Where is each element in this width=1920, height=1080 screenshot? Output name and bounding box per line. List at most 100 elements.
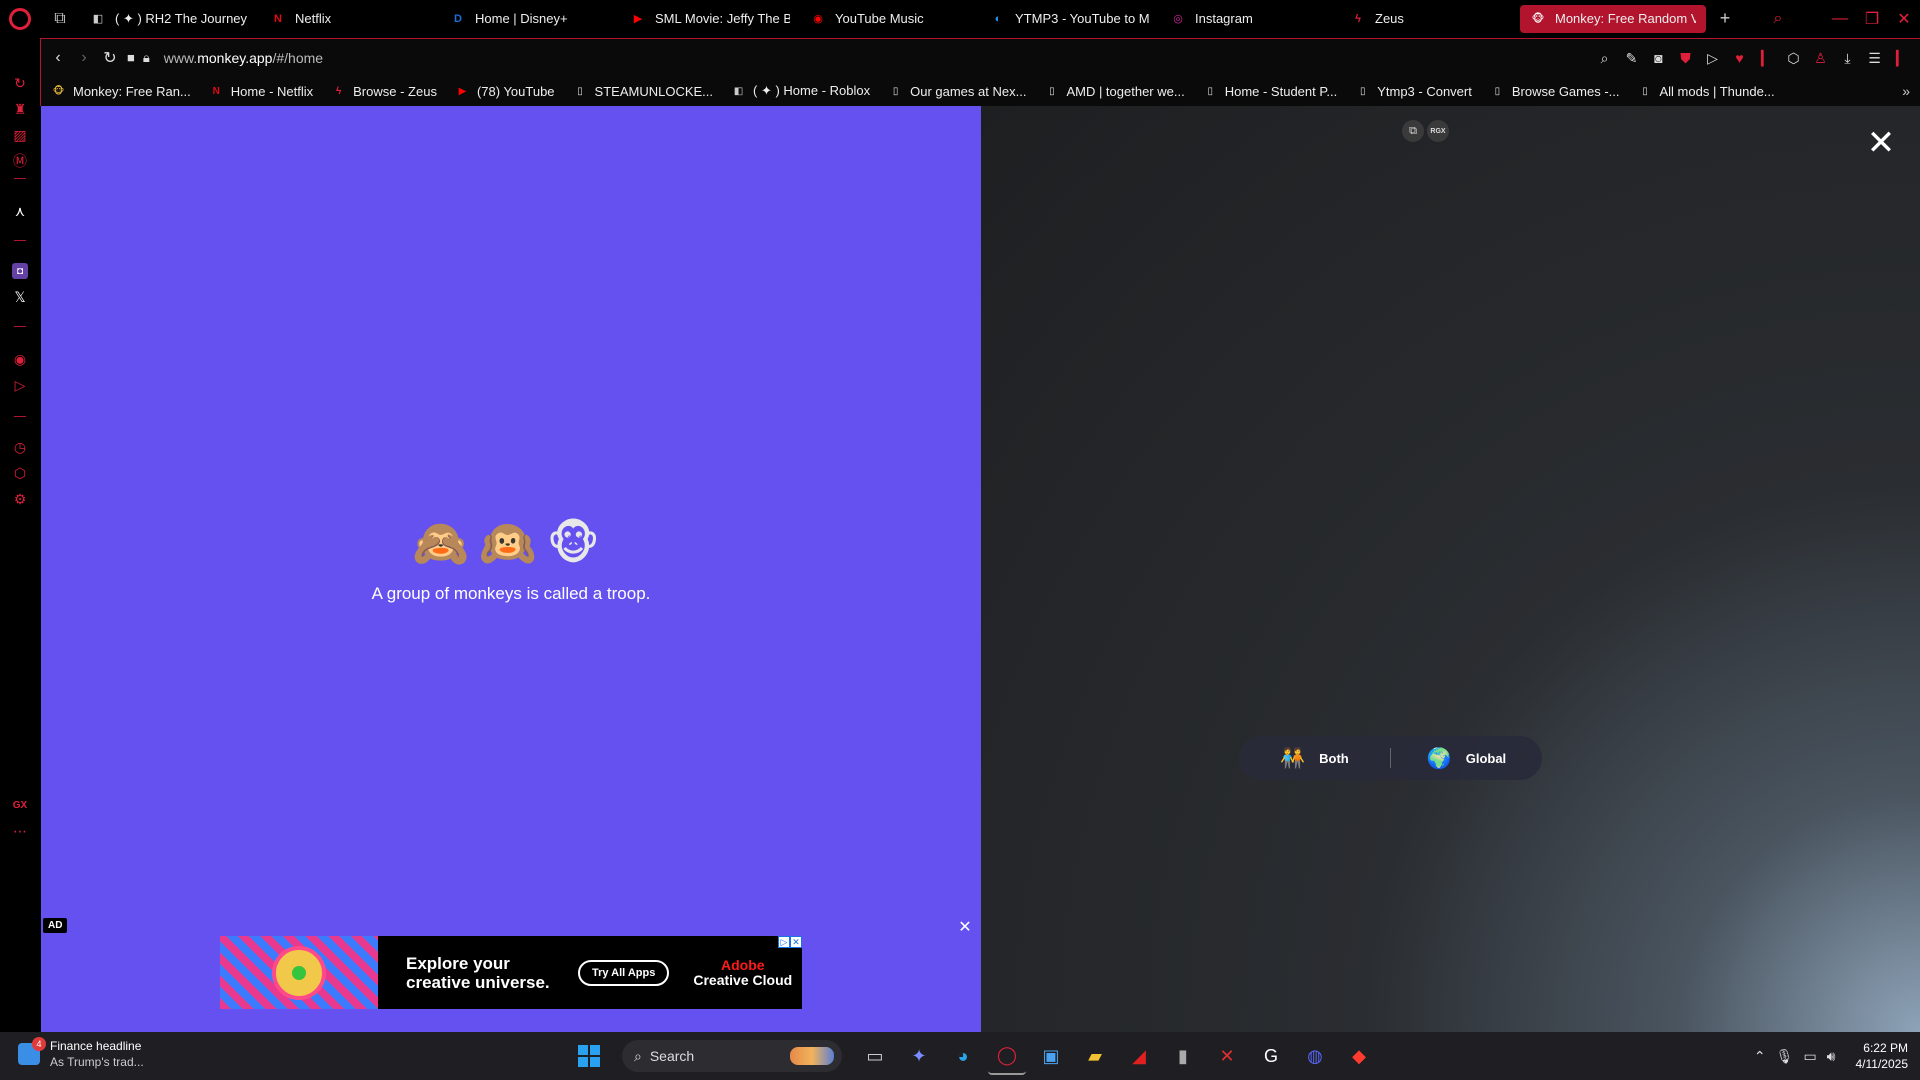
start-button[interactable] bbox=[570, 1037, 608, 1075]
history-icon[interactable]: ◷ bbox=[8, 435, 32, 459]
task-view-icon[interactable]: ▭ bbox=[856, 1037, 894, 1075]
bookmark-item[interactable]: ▯ Our games at Nex... bbox=[888, 84, 1027, 99]
taskbar-search[interactable]: ⌕ Search bbox=[622, 1040, 842, 1072]
edge-icon[interactable]: ◕ bbox=[944, 1037, 982, 1075]
ad-cta-button[interactable]: Try All Apps bbox=[578, 959, 670, 986]
news-widget[interactable]: 4 Finance headline As Trump's trad... bbox=[18, 1037, 144, 1070]
bookmark-item[interactable]: ▯ STEAMUNLOCKE... bbox=[573, 84, 713, 99]
close-window-button[interactable]: ✕ bbox=[1888, 0, 1920, 37]
snapshot-camera-icon[interactable]: ◙ bbox=[1648, 45, 1669, 71]
gx-logo-icon[interactable]: GX bbox=[8, 793, 32, 817]
profile-icon[interactable]: ♙ bbox=[1810, 45, 1831, 71]
speed-dial-icon[interactable]: ↻ bbox=[8, 71, 32, 95]
microsoft-store-icon[interactable]: ▣ bbox=[1032, 1037, 1070, 1075]
ad-choices[interactable]: ▷ ✕ bbox=[778, 936, 802, 948]
bookmark-item[interactable]: N Home - Netflix bbox=[209, 84, 313, 99]
back-button[interactable]: ‹ bbox=[45, 43, 71, 73]
package-icon[interactable]: ⬡ bbox=[1783, 45, 1804, 71]
region-filter-button[interactable]: 🌍 Global bbox=[1391, 736, 1542, 780]
ad-close-small-icon[interactable]: ✕ bbox=[790, 936, 802, 948]
x-twitter-icon[interactable]: 𝕏 bbox=[8, 285, 32, 309]
rgx-button[interactable]: RGX bbox=[1427, 120, 1449, 142]
tab-5[interactable]: ◐ YTMP3 - YouTube to MP bbox=[980, 5, 1160, 33]
extensions-icon[interactable]: ⬡ bbox=[8, 461, 32, 485]
amd-software-icon[interactable]: ◢ bbox=[1120, 1037, 1158, 1075]
favorite-heart-icon[interactable]: ♥ bbox=[1729, 45, 1750, 71]
picture-in-picture-icon[interactable]: ⧉ bbox=[1402, 120, 1424, 142]
gx-mods-icon[interactable]: Ⓜ bbox=[8, 149, 32, 173]
bookmarks-overflow-icon[interactable]: » bbox=[1902, 76, 1910, 106]
music-player-icon[interactable]: ◉ bbox=[8, 347, 32, 371]
youtube-music-icon: ◉ bbox=[813, 13, 823, 25]
logitech-icon[interactable]: G bbox=[1252, 1037, 1290, 1075]
page-icon: ▯ bbox=[1494, 85, 1501, 97]
tab-6[interactable]: ◎ Instagram bbox=[1160, 5, 1340, 33]
monkey-icon: 🐵 bbox=[52, 85, 65, 97]
bookmark-item[interactable]: ▯ All mods | Thunde... bbox=[1638, 84, 1774, 99]
clock[interactable]: 6:22 PM 4/11/2025 bbox=[1856, 1040, 1909, 1072]
aria-icon[interactable]: ⋏ bbox=[8, 199, 32, 223]
x-app-icon[interactable]: ✕ bbox=[1208, 1037, 1246, 1075]
more-options-icon[interactable]: ⋯ bbox=[8, 819, 32, 843]
camera-in-use-icon[interactable]: ■ bbox=[127, 50, 135, 65]
copilot-icon[interactable]: ✦ bbox=[900, 1037, 938, 1075]
opera-logo-icon[interactable] bbox=[0, 0, 40, 37]
gender-filter-button[interactable]: 🧑‍🤝‍🧑 Both bbox=[1239, 736, 1390, 780]
tab-2[interactable]: D Home | Disney+ bbox=[440, 5, 620, 33]
network-icon[interactable]: ▭ bbox=[1803, 1048, 1816, 1065]
opera-gx-taskbar-icon[interactable]: ◯ bbox=[988, 1037, 1026, 1075]
twitch-icon[interactable]: ◘ bbox=[8, 259, 32, 283]
ad-close-button[interactable]: ✕ bbox=[956, 918, 974, 936]
ad-banner[interactable]: Explore your creative universe. Try All … bbox=[220, 936, 802, 1009]
tab-0[interactable]: ◧ ( ✦ ) RH2 The Journey - bbox=[80, 5, 260, 33]
gx-control-icon[interactable]: ▨ bbox=[8, 123, 32, 147]
bookmark-item[interactable]: ◧ ( ✦ ) Home - Roblox bbox=[731, 83, 870, 99]
netflix-icon: N bbox=[274, 12, 282, 25]
forward-button[interactable]: › bbox=[71, 43, 97, 73]
edit-icon[interactable]: ✎ bbox=[1621, 45, 1642, 71]
ad-choices-icon[interactable]: ▷ bbox=[778, 936, 790, 948]
adblock-shield-icon[interactable]: ⛊ bbox=[1675, 45, 1696, 71]
close-chat-button[interactable]: ✕ bbox=[1866, 124, 1896, 162]
page-icon: ▯ bbox=[577, 85, 583, 97]
minimize-button[interactable]: — bbox=[1824, 0, 1856, 37]
red-diamond-app-icon[interactable]: ◆ bbox=[1340, 1037, 1378, 1075]
tray-overflow-icon[interactable]: ⌃ bbox=[1754, 1048, 1766, 1065]
bookmark-item[interactable]: ▶ (78) YouTube bbox=[455, 84, 555, 99]
zoom-icon[interactable]: ⌕ bbox=[1594, 45, 1615, 71]
windows-logo-icon bbox=[578, 1045, 600, 1067]
send-icon[interactable]: ▷ bbox=[8, 373, 32, 397]
youtube-icon: ▶ bbox=[458, 85, 467, 97]
send-icon[interactable]: ▷ bbox=[1702, 45, 1723, 71]
reload-button[interactable]: ↻ bbox=[97, 43, 123, 73]
volume-icon[interactable]: 🔊︎ bbox=[1827, 1048, 1836, 1065]
bookmark-item[interactable]: ▯ Ytmp3 - Convert bbox=[1355, 84, 1472, 99]
lock-icon[interactable]: 🔒︎ bbox=[143, 50, 150, 66]
tab-7[interactable]: ϟ Zeus bbox=[1340, 5, 1520, 33]
tab-1[interactable]: N Netflix bbox=[260, 5, 440, 33]
bookmark-item[interactable]: ϟ Browse - Zeus bbox=[331, 84, 437, 99]
tab-8[interactable]: 🐵 Monkey: Free Random Vid bbox=[1520, 4, 1706, 33]
easy-setup-menu-icon[interactable]: ☰ bbox=[1864, 45, 1885, 71]
url-path: /#/home bbox=[272, 49, 324, 66]
file-explorer-icon[interactable]: ▰ bbox=[1076, 1037, 1114, 1075]
bookmark-item[interactable]: 🐵 Monkey: Free Ran... bbox=[51, 84, 191, 99]
settings-gear-icon[interactable]: ⚙ bbox=[8, 487, 32, 511]
url-field[interactable]: www. monkey.app/#/home bbox=[164, 50, 323, 66]
new-tab-button[interactable]: + bbox=[1712, 6, 1738, 32]
discord-icon[interactable]: ◍ bbox=[1296, 1037, 1334, 1075]
bookmark-item[interactable]: ▯ AMD | together we... bbox=[1044, 84, 1185, 99]
tab-islands-icon[interactable]: ⧉ bbox=[40, 0, 80, 37]
restore-button[interactable]: ❐ bbox=[1856, 0, 1888, 37]
gx-corner-icon[interactable]: ♜ bbox=[8, 97, 32, 121]
microphone-icon[interactable]: 🎙︎ bbox=[1776, 1048, 1794, 1065]
device-app-icon[interactable]: ▮ bbox=[1164, 1037, 1202, 1075]
tab-search-icon[interactable]: ⌕ bbox=[1762, 0, 1794, 37]
page-icon: ▯ bbox=[1642, 85, 1648, 97]
bookmark-item[interactable]: ▯ Home - Student P... bbox=[1203, 84, 1337, 99]
system-tray: ⌃ 🎙︎ ▭ 🔊︎ 6:22 PM 4/11/2025 bbox=[1754, 1032, 1908, 1080]
tab-4[interactable]: ◉ YouTube Music bbox=[800, 5, 980, 33]
tab-3[interactable]: ▶ SML Movie: Jeffy The B bbox=[620, 5, 800, 33]
bookmark-item[interactable]: ▯ Browse Games -... bbox=[1490, 84, 1620, 99]
download-icon[interactable]: ⤓ bbox=[1837, 45, 1858, 71]
